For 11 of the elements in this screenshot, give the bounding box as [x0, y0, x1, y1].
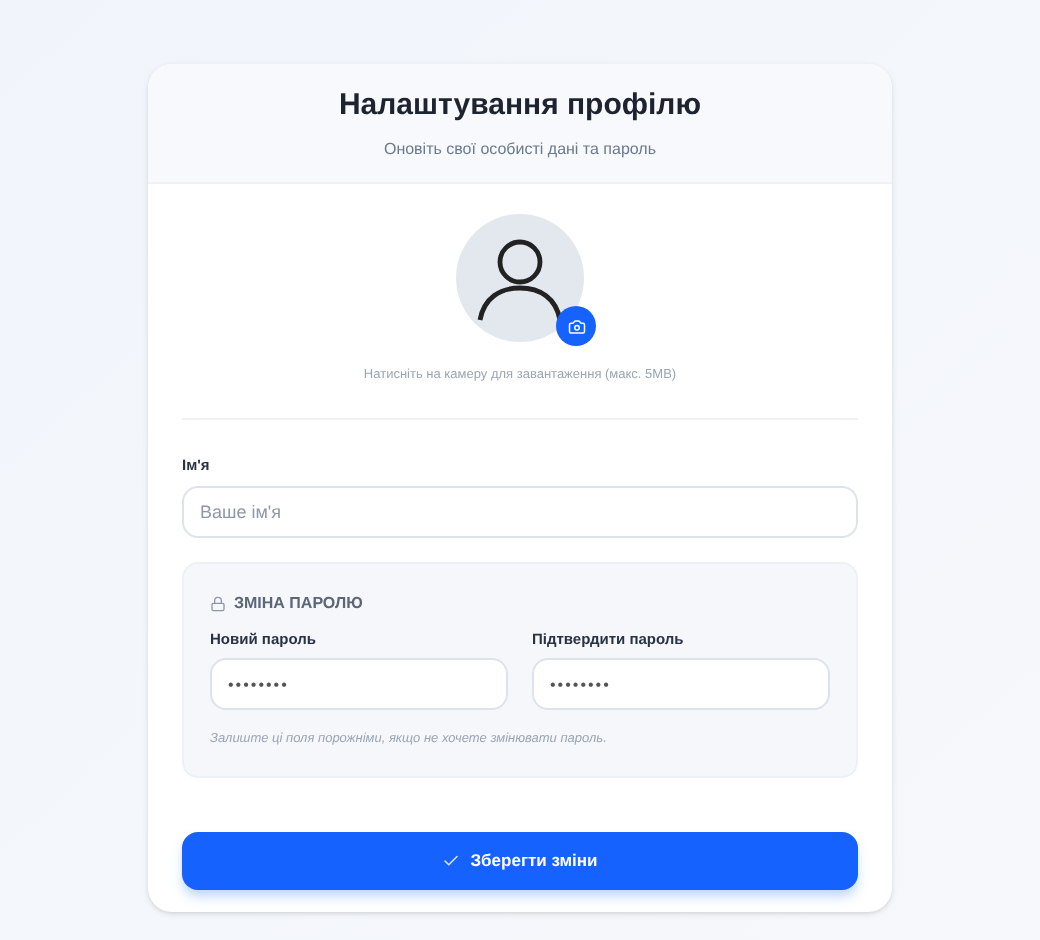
save-button[interactable]: Зберегти зміни: [182, 832, 858, 890]
lock-icon: [210, 596, 226, 612]
camera-icon: [567, 317, 585, 335]
camera-upload-button[interactable]: [556, 306, 596, 346]
password-section-title: ЗМІНА ПАРОЛЮ: [234, 592, 363, 616]
page-subtitle: Оновіть свої особисті дані та пароль: [383, 137, 657, 162]
password-input[interactable]: ••••••••: [210, 658, 508, 711]
page-title: Налаштування профілю: [338, 86, 702, 127]
check-icon: [442, 852, 461, 870]
name-input[interactable]: Ваше ім'я: [182, 486, 858, 538]
password-input[interactable]: ••••••••: [532, 658, 830, 711]
